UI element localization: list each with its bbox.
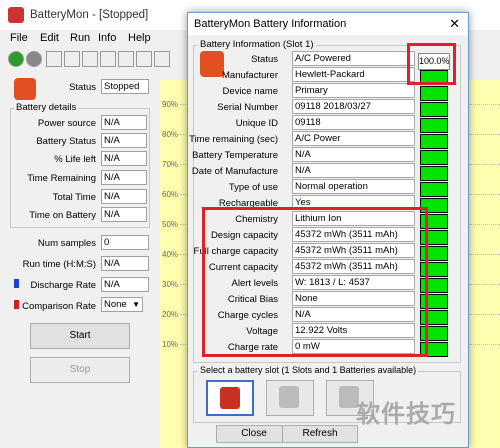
battery-level-cell (420, 150, 448, 165)
time-on-battery-value: N/A (101, 207, 147, 222)
field-label: Serial Number (217, 102, 278, 113)
field-label: Manufacturer (222, 70, 278, 81)
empty-battery-icon (279, 386, 299, 408)
field-label: Status (251, 54, 278, 65)
highlight-box-capacity (202, 207, 428, 357)
field-value: Hewlett-Packard (292, 67, 415, 82)
dialog-title: BatteryMon Battery Information (194, 18, 347, 30)
power-source-value: N/A (101, 115, 147, 130)
close-button[interactable]: Close (216, 425, 292, 443)
start-button[interactable]: Start (30, 323, 130, 349)
save-icon[interactable] (136, 51, 152, 67)
field-value: 09118 2018/03/27 (292, 99, 415, 114)
battery-level-cell (420, 182, 448, 197)
clipboard-icon[interactable] (118, 51, 134, 67)
menu-help[interactable]: Help (128, 32, 151, 44)
field-value: A/C Powered (292, 51, 415, 66)
battery-status-label: Battery Status (36, 136, 96, 147)
slot-1-button[interactable] (206, 380, 254, 416)
battery-details-title: Battery details (14, 102, 79, 113)
battery-level-cell (420, 118, 448, 133)
field-label: Type of use (228, 182, 278, 193)
field-value: N/A (292, 163, 415, 178)
battery-status-value: N/A (101, 133, 147, 148)
battery-icon (14, 78, 36, 100)
field-label: Battery Temperature (192, 150, 278, 161)
slot-select-title: Select a battery slot (1 Slots and 1 Bat… (198, 365, 419, 375)
discharge-color-swatch (14, 279, 19, 288)
status-value: Stopped (101, 79, 149, 94)
field-value: N/A (292, 147, 415, 162)
refresh-button[interactable]: Refresh (282, 425, 358, 443)
field-label: Unique ID (235, 118, 278, 129)
discharge-rate-label: Discharge Rate (30, 280, 96, 291)
graph-label-30: 30% (162, 280, 179, 289)
field-value: Normal operation (292, 179, 415, 194)
battery-level-cell (420, 86, 448, 101)
graph-label-20: 20% (162, 310, 179, 319)
graph-label-50: 50% (162, 220, 179, 229)
power-source-label: Power source (37, 118, 96, 129)
stop-button[interactable]: Stop (30, 357, 130, 383)
battery-level-cell (420, 134, 448, 149)
battery-icon (220, 387, 240, 409)
total-time-label: Total Time (52, 192, 96, 203)
field-value: Primary (292, 83, 415, 98)
time-on-battery-label: Time on Battery (29, 210, 96, 221)
field-value: 09118 (292, 115, 415, 130)
graph-label-40: 40% (162, 250, 179, 259)
field-label: Time remaining (sec) (189, 134, 278, 145)
slot-2-button[interactable] (266, 380, 314, 416)
run-time-label: Run time (H:M:S) (22, 259, 96, 270)
status-label: Status (69, 82, 96, 93)
run-time-value: N/A (101, 256, 149, 271)
graph-label-60: 60% (162, 190, 179, 199)
field-label: Date of Manufacture (191, 166, 278, 177)
window-title: BatteryMon - [Stopped] (30, 9, 149, 21)
watermark-text: 软件技巧 (356, 401, 456, 428)
discharge-rate-value: N/A (101, 277, 149, 292)
comparison-rate-label: Comparison Rate (22, 301, 96, 312)
comparison-rate-select[interactable]: None ▼ (101, 297, 143, 312)
alert-icon[interactable] (100, 51, 116, 67)
life-left-value: N/A (101, 151, 147, 166)
total-time-value: N/A (101, 189, 147, 204)
properties-icon[interactable] (64, 51, 80, 67)
battery-info-group-title: Battery Information (Slot 1) (198, 39, 316, 50)
time-remaining-value: N/A (101, 170, 147, 185)
menu-run[interactable]: Run (70, 32, 90, 44)
graph-label-90: 90% (162, 100, 179, 109)
num-samples-label: Num samples (37, 238, 96, 249)
battery-icon (200, 51, 224, 77)
comparison-color-swatch (14, 300, 19, 309)
graph-label-70: 70% (162, 160, 179, 169)
battery-info-icon[interactable] (46, 51, 62, 67)
menu-file[interactable]: File (10, 32, 28, 44)
highlight-box-percent (407, 43, 456, 85)
stop-icon[interactable] (26, 51, 42, 67)
field-label: Device name (222, 86, 278, 97)
field-value: A/C Power (292, 131, 415, 146)
close-icon[interactable]: ✕ (449, 16, 460, 32)
app-icon (8, 7, 24, 23)
menu-info[interactable]: Info (98, 32, 116, 44)
num-samples-value: 0 (101, 235, 149, 250)
chevron-down-icon: ▼ (132, 300, 140, 309)
menu-bar: File Edit Run Info Help (0, 30, 190, 48)
log-icon[interactable] (82, 51, 98, 67)
time-remaining-label: Time Remaining (27, 173, 96, 184)
comparison-rate-value: None (104, 299, 127, 310)
battery-level-cell (420, 102, 448, 117)
help-icon[interactable] (154, 51, 170, 67)
menu-edit[interactable]: Edit (40, 32, 59, 44)
dialog-title-bar: BatteryMon Battery Information ✕ (188, 13, 468, 35)
start-icon[interactable] (8, 51, 24, 67)
battery-level-cell (420, 166, 448, 181)
graph-label-80: 80% (162, 130, 179, 139)
toolbar (0, 49, 190, 71)
battery-info-dialog: BatteryMon Battery Information ✕ Battery… (187, 12, 469, 448)
graph-label-10: 10% (162, 340, 179, 349)
life-left-label: % Life left (54, 154, 96, 165)
